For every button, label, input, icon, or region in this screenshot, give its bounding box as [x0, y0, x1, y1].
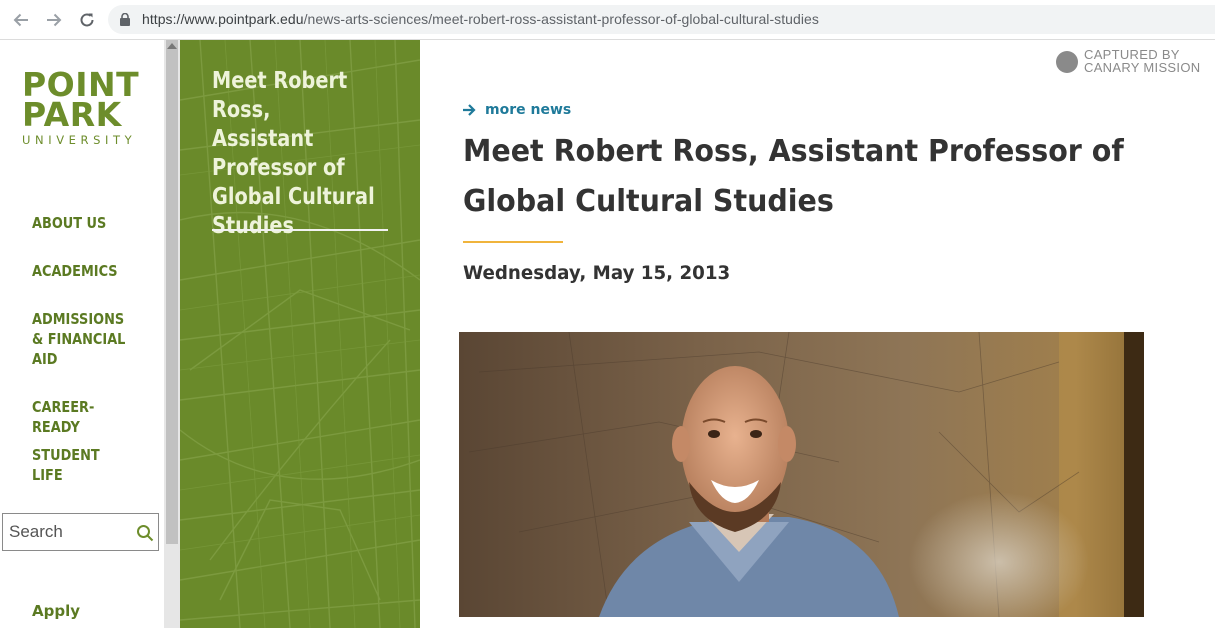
arrow-right-icon [463, 104, 476, 116]
watermark-text: CAPTURED BY CANARY MISSION [1084, 48, 1200, 74]
reload-button[interactable] [76, 9, 98, 31]
address-bar[interactable]: https://www.pointpark.edu/news-arts-scie… [108, 5, 1215, 34]
nav-career-ready[interactable]: CAREER-READY [32, 397, 131, 437]
article-date: Wednesday, May 15, 2013 [463, 262, 731, 284]
canary-logo-icon [1056, 51, 1078, 73]
arrow-right-icon [47, 13, 62, 27]
logo-line-park: PARK [22, 95, 122, 134]
more-news-label: more news [485, 102, 572, 118]
scroll-up-arrow-icon[interactable] [167, 43, 177, 49]
arrow-left-icon [13, 13, 28, 27]
back-button[interactable] [10, 9, 32, 31]
nav-admissions[interactable]: ADMISSIONS & FINANCIAL AID [32, 309, 135, 369]
forward-button[interactable] [43, 9, 65, 31]
panel-title: Meet Robert Ross, Assistant Professor of… [212, 68, 375, 239]
browser-toolbar: https://www.pointpark.edu/news-arts-scie… [0, 0, 1215, 40]
sidebar: POINT PARK UNIVERSITY ABOUT US ACADEMICS… [0, 40, 164, 628]
reload-icon [80, 13, 94, 27]
canary-mission-watermark: CAPTURED BY CANARY MISSION [1056, 48, 1206, 78]
search-icon[interactable] [136, 524, 154, 542]
logo-line-university: UNIVERSITY [22, 133, 137, 147]
url-domain: https://www.pointpark.edu [142, 11, 304, 27]
url-text: https://www.pointpark.edu/news-arts-scie… [142, 11, 819, 27]
title-panel: Meet Robert Ross, Assistant Professor of… [180, 40, 420, 628]
search-box [2, 513, 159, 551]
url-path: /news-arts-sciences/meet-robert-ross-ass… [303, 11, 819, 27]
scrollbar-thumb[interactable] [166, 40, 178, 544]
nav-student-life[interactable]: STUDENT LIFE [32, 445, 131, 485]
panel-divider [212, 229, 388, 231]
article-title: Meet Robert Ross, Assistant Professor of… [463, 134, 1124, 219]
nav-academics[interactable]: ACADEMICS [32, 261, 131, 281]
apply-link[interactable]: Apply [32, 602, 80, 620]
sidebar-scrollbar[interactable] [164, 40, 180, 628]
more-news-link[interactable]: more news [462, 102, 571, 118]
professor-photo [459, 332, 1144, 617]
article-area: CAPTURED BY CANARY MISSION more news Mee… [420, 40, 1215, 628]
title-accent-rule [463, 241, 563, 243]
search-input[interactable] [9, 521, 124, 543]
university-logo[interactable]: POINT PARK UNIVERSITY [22, 68, 147, 147]
nav-about-us[interactable]: ABOUT US [32, 213, 131, 233]
watermark-line-2: CANARY MISSION [1084, 60, 1201, 75]
lock-icon [120, 13, 130, 26]
